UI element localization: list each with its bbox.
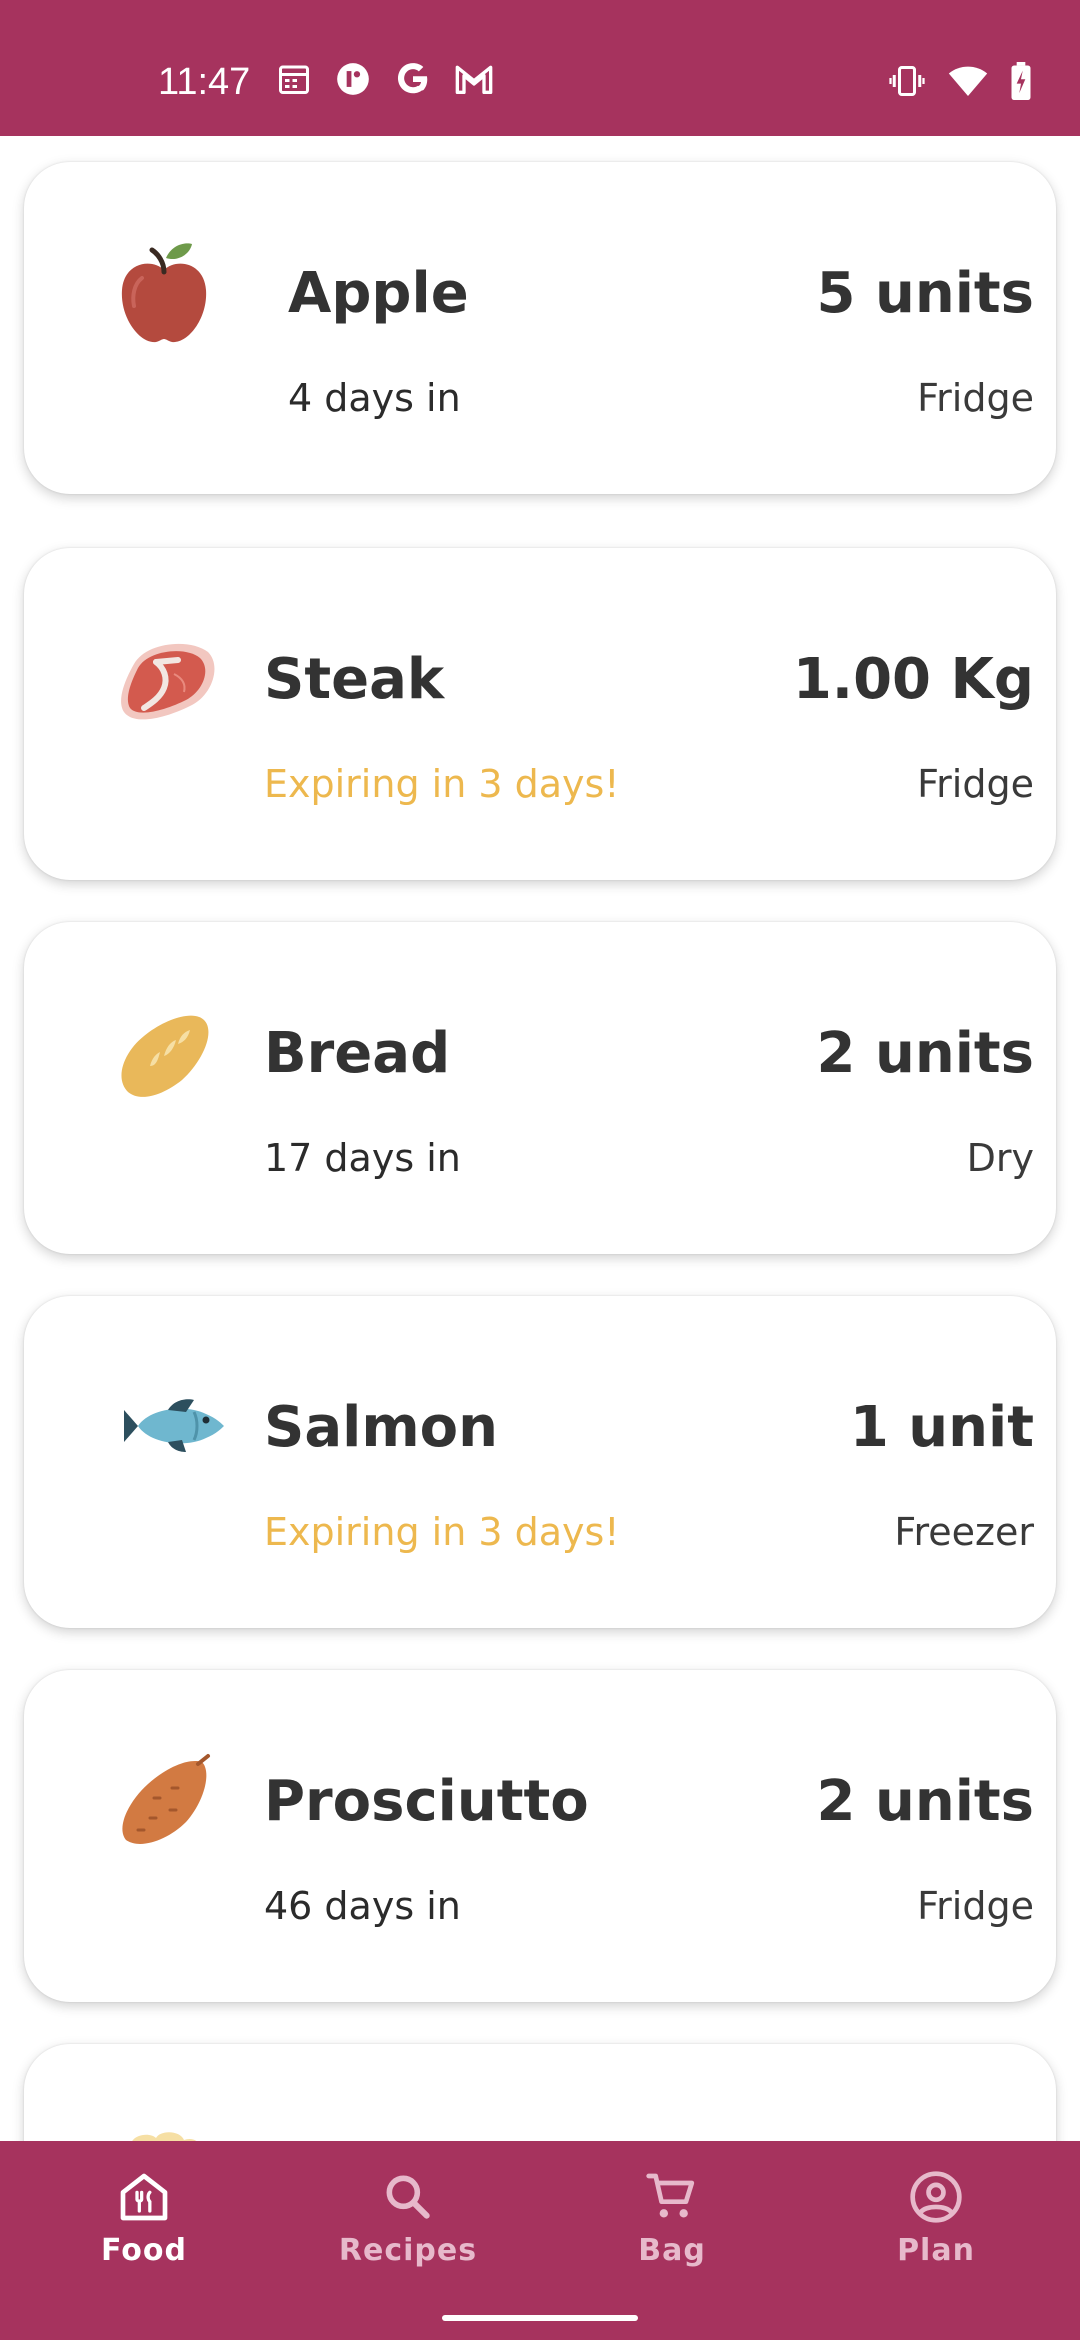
food-days: 46 days in [264, 1884, 461, 1928]
vibrate-icon [888, 63, 926, 99]
food-quantity: 5 units [816, 261, 1035, 326]
search-icon [308, 2169, 508, 2225]
nav-item-food[interactable]: Food [44, 2169, 244, 2289]
food-quantity: 1 unit [849, 1395, 1034, 1460]
food-quantity: 1.00 Kg [792, 647, 1034, 712]
food-storage: Fridge [917, 1884, 1034, 1928]
nav-item-recipes[interactable]: Recipes [308, 2169, 508, 2289]
bottom-navigation: Food Recipes Bag Plan [0, 2141, 1080, 2340]
wifi-icon [948, 63, 988, 99]
status-icons-left [276, 60, 494, 98]
nav-label: Food [101, 2233, 187, 2268]
food-storage: Dry [966, 1136, 1034, 1180]
food-name: Steak [264, 647, 445, 712]
food-days: Expiring in 3 days! [264, 762, 620, 806]
food-card-apple[interactable]: Apple 5 units 4 days in Fridge [24, 162, 1056, 494]
gmail-icon [454, 61, 494, 97]
food-quantity: 2 units [816, 1021, 1035, 1086]
calendar-icon [276, 61, 312, 97]
sweet-potato-icon [94, 1730, 234, 1870]
food-card-steak[interactable]: Steak 1.00 Kg Expiring in 3 days! Fridge [24, 548, 1056, 880]
food-storage: Fridge [917, 376, 1034, 420]
food-days: Expiring in 3 days! [264, 1510, 620, 1554]
food-storage: Fridge [917, 762, 1034, 806]
food-icon-partial [94, 2104, 234, 2141]
food-name: Salmon [264, 1395, 499, 1460]
nav-item-plan[interactable]: Plan [836, 2169, 1036, 2289]
fish-icon [94, 1356, 234, 1496]
nav-label: Plan [897, 2233, 975, 2268]
food-list[interactable]: Apple 5 units 4 days in Fridge Steak 1.0… [0, 136, 1080, 2141]
account-icon [836, 2169, 1036, 2225]
status-icons-right [888, 62, 1032, 100]
apple-icon [94, 222, 234, 362]
steak-icon [94, 608, 234, 748]
food-days: 4 days in [288, 376, 461, 420]
home-indicator[interactable] [442, 2315, 638, 2321]
nav-label: Recipes [338, 2233, 478, 2268]
food-name: Prosciutto [264, 1769, 589, 1834]
status-time: 11:47 [158, 61, 251, 103]
food-card-partial[interactable] [24, 2044, 1056, 2141]
status-bar: 11:47 [0, 0, 1080, 136]
nav-item-bag[interactable]: Bag [572, 2169, 772, 2289]
food-card-prosciutto[interactable]: Prosciutto 2 units 46 days in Fridge [24, 1670, 1056, 2002]
food-quantity: 2 units [816, 1769, 1035, 1834]
bread-icon [94, 982, 234, 1122]
food-card-bread[interactable]: Bread 2 units 17 days in Dry [24, 922, 1056, 1254]
food-name: Bread [264, 1021, 451, 1086]
food-storage: Freezer [894, 1510, 1034, 1554]
app-icon [334, 60, 372, 98]
food-home-icon [44, 2169, 244, 2225]
cart-icon [572, 2169, 772, 2225]
nav-label: Bag [638, 2233, 706, 2268]
battery-icon [1010, 62, 1032, 100]
google-icon [394, 60, 432, 98]
food-name: Apple [288, 261, 469, 326]
food-card-salmon[interactable]: Salmon 1 unit Expiring in 3 days! Freeze… [24, 1296, 1056, 1628]
food-days: 17 days in [264, 1136, 461, 1180]
